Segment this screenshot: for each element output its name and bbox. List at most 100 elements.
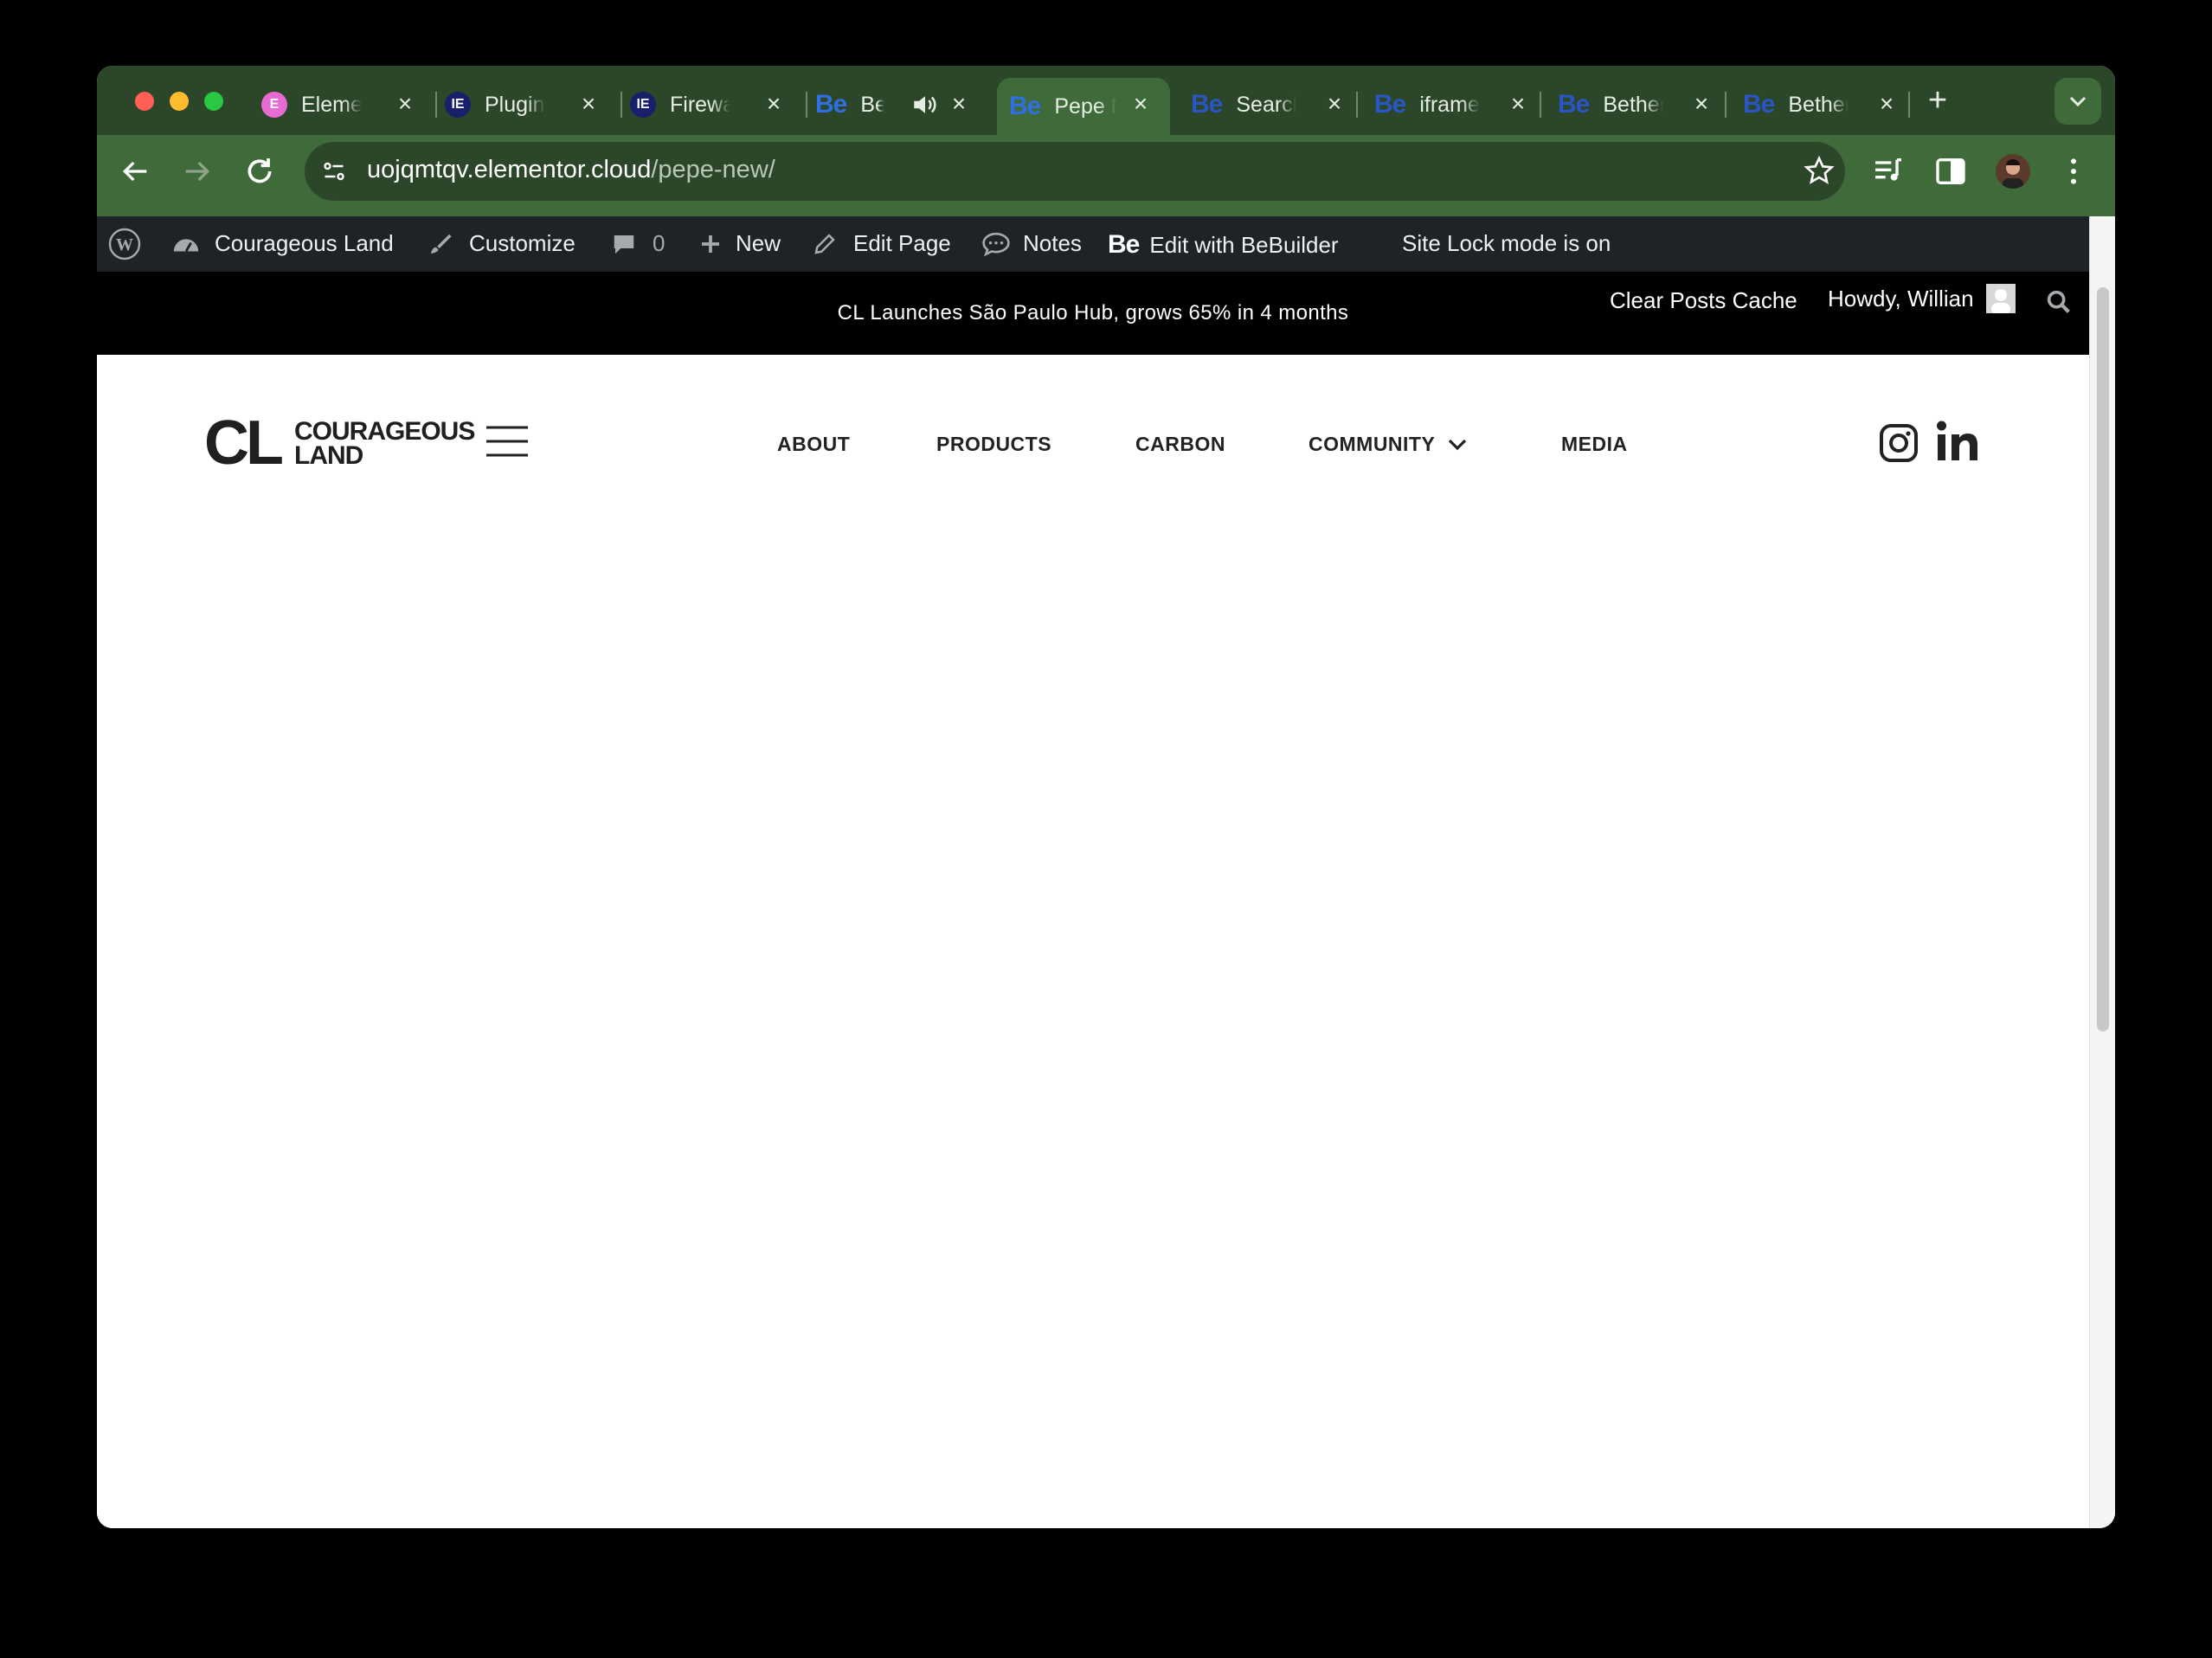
close-icon[interactable]: × [1125, 88, 1156, 119]
url-text[interactable]: uojqmtqv.elementor.cloud/pepe-new/ [367, 156, 775, 184]
tab-title: Pepe New [1054, 93, 1116, 119]
tab-title: Elementor [301, 92, 362, 117]
nav-media[interactable]: MEDIA [1561, 433, 1628, 456]
close-icon[interactable]: × [1686, 88, 1717, 119]
nav-community-label: COMMUNITY [1309, 433, 1436, 455]
profile-avatar[interactable] [1996, 154, 2030, 189]
tab-divider [1908, 92, 1910, 118]
tab-firewall[interactable]: IE Firewall × [630, 78, 803, 132]
minimize-window-button[interactable] [170, 92, 189, 111]
close-icon[interactable]: × [1319, 88, 1350, 119]
close-icon[interactable]: × [1502, 88, 1534, 119]
tab-divider [621, 92, 622, 118]
wordpress-logo-icon[interactable]: W [107, 227, 142, 261]
user-avatar [1985, 284, 2016, 313]
nav-about[interactable]: ABOUT [777, 433, 850, 456]
bookmark-star-icon[interactable] [1802, 154, 1836, 189]
svg-text:W: W [116, 235, 133, 254]
site-logo[interactable]: CL COURAGEOUS LAND [204, 410, 481, 476]
browser-window: E Elementor × IE Plugins × IE Firewall ×… [97, 66, 2115, 1528]
logo-line-2: LAND [294, 441, 363, 470]
linkedin-icon[interactable] [1935, 419, 1980, 464]
tab-title: iframe [1419, 92, 1480, 117]
chevron-down-icon [1449, 439, 1467, 450]
close-window-button[interactable] [135, 92, 154, 111]
close-icon[interactable]: × [1871, 88, 1902, 119]
tab-betheme-2[interactable]: Be Betheme × [1743, 78, 1916, 132]
tab-search-button[interactable] [2054, 78, 2101, 125]
admin-customize[interactable]: Customize [428, 230, 576, 257]
instagram-icon[interactable] [1878, 422, 1919, 464]
tab-title: Firewall [670, 92, 730, 117]
close-icon[interactable]: × [573, 88, 604, 119]
pencil-icon [814, 233, 835, 254]
plus-icon [702, 235, 719, 253]
tab-divider [806, 92, 807, 118]
edit-page-label: Edit Page [853, 230, 951, 256]
close-icon[interactable]: × [389, 88, 421, 119]
announcement-bar: CL Launches São Paulo Hub, grows 65% in … [97, 272, 2089, 355]
be-icon: Be [1191, 90, 1223, 119]
hamburger-menu-icon[interactable] [485, 424, 530, 459]
close-icon[interactable]: × [758, 88, 789, 119]
tab-elementor[interactable]: E Elementor × [261, 78, 434, 132]
be-icon: Be [815, 90, 847, 119]
forward-icon[interactable] [177, 154, 218, 189]
tab-title: Betheme [1788, 92, 1849, 117]
brush-icon [430, 234, 452, 254]
logo-mark: CL [204, 408, 284, 478]
admin-edit-page[interactable]: Edit Page [812, 230, 951, 257]
tab-bebuilder[interactable]: Be BeBuilder × [815, 78, 988, 132]
reload-icon[interactable] [239, 154, 280, 189]
howdy-account[interactable]: Howdy, Willian [1828, 284, 2016, 313]
admin-comments[interactable]: 0 [611, 230, 665, 257]
close-icon[interactable]: × [943, 88, 974, 119]
be-icon: Be [1558, 90, 1590, 119]
url-path: /pepe-new/ [651, 156, 775, 183]
admin-edit-with-bebuilder[interactable]: Be Edit with BeBuilder [1108, 230, 1339, 260]
site-name-label: Courageous Land [215, 230, 394, 256]
search-icon[interactable] [2044, 287, 2074, 317]
dashboard-icon [173, 238, 199, 252]
admin-site-name[interactable]: Courageous Land [171, 230, 394, 257]
url-host: uojqmtqv.elementor.cloud [367, 156, 652, 183]
tab-divider [1540, 92, 1541, 118]
site-lock-label: Site Lock mode is on [1402, 230, 1611, 256]
maximize-window-button[interactable] [204, 92, 223, 111]
tab-title: Betheme [1603, 92, 1663, 117]
tab-title: Plugins [485, 92, 545, 117]
nav-community[interactable]: COMMUNITY [1309, 433, 1469, 456]
new-tab-icon[interactable]: + [1917, 83, 1958, 118]
scrollbar-thumb[interactable] [2097, 287, 2109, 1031]
site-info-icon[interactable] [318, 156, 350, 187]
tab-title: BeBuilder [860, 92, 885, 117]
media-control-icon[interactable] [1871, 154, 1906, 189]
scrollbar[interactable] [2089, 216, 2115, 1528]
comments-count: 0 [653, 230, 666, 256]
admin-site-lock[interactable]: Site Lock mode is on [1402, 230, 1611, 257]
tab-plugins[interactable]: IE Plugins × [445, 78, 618, 132]
edit-with-label: Edit with BeBuilder [1149, 231, 1339, 258]
customize-label: Customize [469, 230, 576, 256]
back-icon[interactable] [114, 154, 156, 189]
nav-carbon[interactable]: CARBON [1135, 433, 1225, 456]
tab-divider [1356, 92, 1358, 118]
tab-pepe-new[interactable]: Be Pepe New × [997, 78, 1170, 135]
wp-admin-bar: W Courageous Land Customize 0 New Edit P… [97, 216, 2089, 272]
tab-iframe[interactable]: Be iframe × [1374, 78, 1547, 132]
admin-notes[interactable]: Notes [981, 230, 1082, 257]
tab-betheme-1[interactable]: Be Betheme × [1558, 78, 1731, 132]
tab-divider [435, 92, 437, 118]
clear-posts-cache[interactable]: Clear Posts Cache [1610, 287, 1797, 314]
be-icon: Be [1374, 90, 1406, 119]
chevron-down-icon [2069, 96, 2087, 107]
kebab-menu-icon[interactable] [2056, 154, 2091, 189]
be-icon: Be [1009, 92, 1041, 120]
elementor-icon: E [261, 92, 287, 118]
speaker-icon[interactable] [910, 90, 940, 119]
side-panel-icon[interactable] [1933, 154, 1968, 189]
nav-products[interactable]: PRODUCTS [936, 433, 1051, 456]
tab-search[interactable]: Be Search × [1191, 78, 1364, 132]
elementor-icon: IE [445, 92, 471, 118]
admin-new[interactable]: New [698, 230, 781, 257]
